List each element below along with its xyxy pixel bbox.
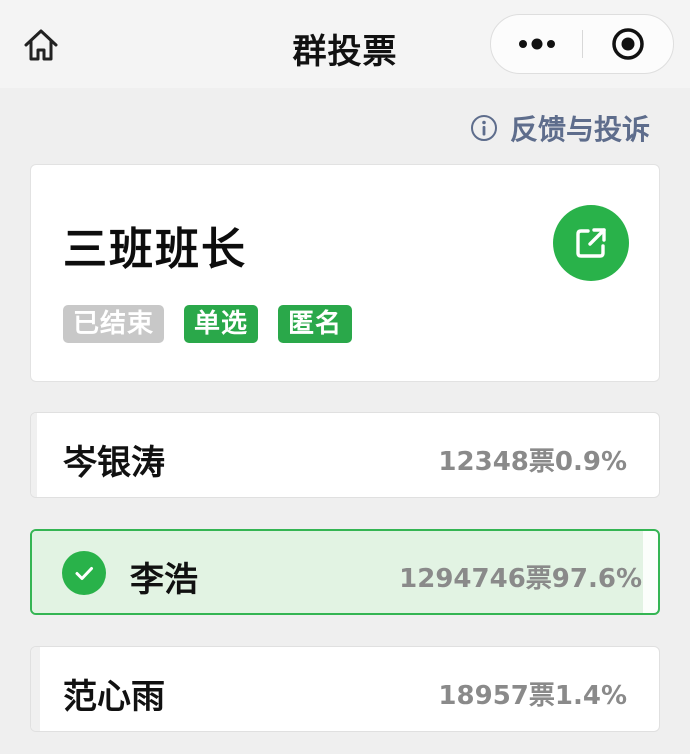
option-name: 岑银涛	[63, 443, 165, 483]
vote-count: 12348票	[438, 447, 555, 477]
anonymous-badge: 匿名	[278, 305, 353, 343]
option-row[interactable]: 岑银涛 12348票0.9%	[30, 412, 660, 498]
navigation-bar: 群投票	[0, 0, 690, 88]
single-choice-badge: 单选	[184, 305, 259, 343]
poll-card: 三班班长 已结束 单选 匿名	[30, 164, 660, 382]
info-icon	[470, 114, 498, 142]
option-row[interactable]: 范心雨 18957票1.4%	[30, 646, 660, 732]
feedback-label: 反馈与投诉	[509, 113, 650, 146]
vote-percent-bar	[31, 413, 37, 497]
option-stats: 1294746票97.6%	[399, 558, 642, 595]
option-row-selected[interactable]: 李浩 1294746票97.6%	[30, 529, 660, 615]
vote-percent: 0.9%	[554, 447, 627, 477]
more-button[interactable]	[491, 15, 582, 73]
share-icon	[576, 228, 606, 258]
poll-title: 三班班长	[63, 224, 247, 275]
target-close-icon	[612, 28, 644, 60]
status-badge: 已结束	[63, 305, 165, 343]
poll-tags: 已结束 单选 匿名	[63, 305, 372, 343]
vote-count: 18957票	[438, 681, 555, 711]
option-stats: 18957票1.4%	[438, 675, 627, 712]
option-stats: 12348票0.9%	[438, 441, 627, 478]
check-icon	[62, 551, 106, 595]
vote-percent: 1.4%	[554, 681, 627, 711]
mini-program-capsule	[490, 14, 674, 74]
option-name: 范心雨	[63, 677, 165, 717]
option-name: 李浩	[130, 560, 198, 600]
vote-percent-bar	[31, 647, 40, 731]
vote-count: 1294746票	[399, 564, 552, 594]
feedback-link[interactable]: 反馈与投诉	[470, 108, 650, 148]
close-button[interactable]	[583, 15, 673, 73]
share-button[interactable]	[553, 205, 629, 281]
more-dots-icon	[518, 38, 555, 50]
vote-percent: 97.6%	[551, 564, 642, 594]
